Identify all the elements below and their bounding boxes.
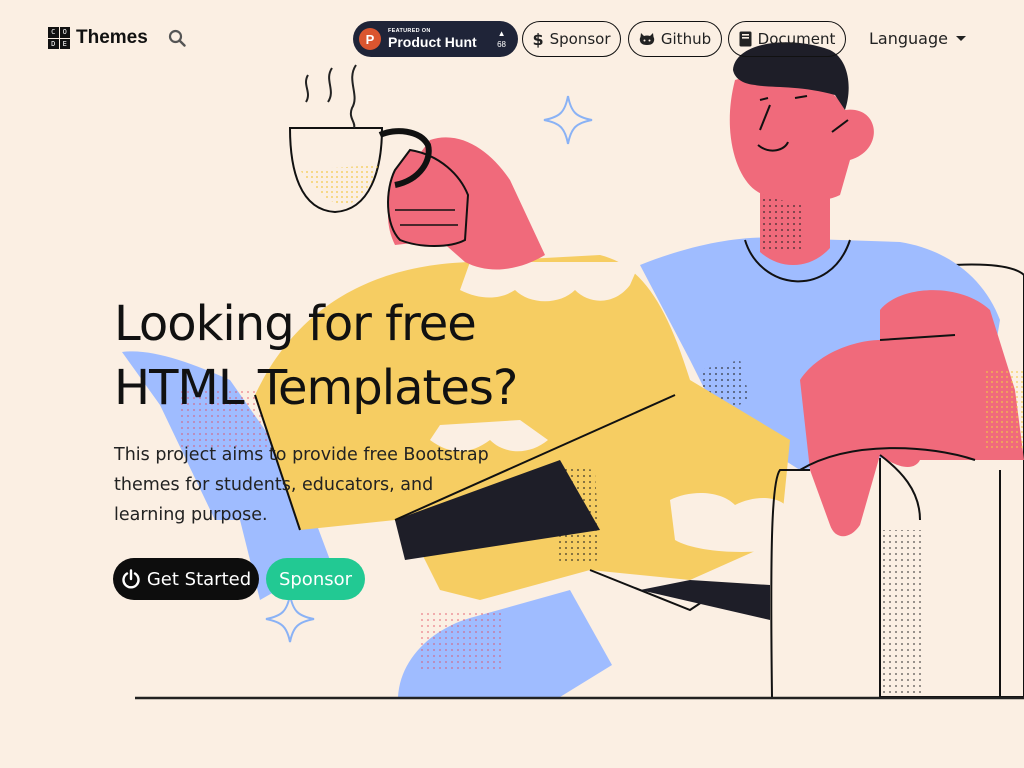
- product-hunt-name: Product Hunt: [388, 34, 477, 51]
- sparkle: [543, 95, 593, 145]
- logo-letter: D: [48, 38, 59, 49]
- sparkle: [265, 594, 315, 643]
- logo-letter: O: [59, 27, 70, 38]
- github-nav-button[interactable]: Github: [628, 21, 722, 57]
- github-nav-label: Github: [660, 30, 712, 48]
- product-hunt-logo-icon: P: [359, 28, 381, 50]
- document-nav-label: Document: [757, 30, 836, 48]
- language-label: Language: [869, 29, 948, 48]
- power-icon: [122, 569, 140, 589]
- sponsor-nav-button[interactable]: $ Sponsor: [522, 21, 621, 57]
- dollar-icon: $: [532, 29, 544, 49]
- hero-title-line-2: HTML Templates?: [114, 360, 518, 416]
- code-logo-icon: C O D E: [48, 27, 70, 49]
- hero-title: Looking for free HTML Templates?: [114, 292, 534, 420]
- sponsor-button[interactable]: Sponsor: [266, 558, 365, 600]
- language-dropdown[interactable]: Language: [869, 29, 966, 48]
- brand-name: Themes: [76, 27, 148, 48]
- vote-count: 68: [497, 40, 506, 49]
- sponsor-nav-label: Sponsor: [549, 30, 611, 48]
- head: [729, 75, 874, 202]
- book-icon: [739, 31, 752, 47]
- document-nav-button[interactable]: Document: [728, 21, 846, 57]
- search-icon[interactable]: [168, 29, 186, 47]
- product-hunt-text: FEATURED ON Product Hunt: [388, 28, 477, 51]
- sponsor-button-label: Sponsor: [278, 568, 353, 590]
- logo-letter: E: [59, 38, 70, 49]
- product-hunt-votes: ▲ 68: [497, 28, 506, 50]
- navbar: C O D E Themes P FEATURED ON Product Hun…: [0, 0, 1024, 78]
- chair-texture: [880, 530, 925, 695]
- hero-title-line-1: Looking for free: [114, 296, 477, 352]
- caret-down-icon: [955, 36, 966, 41]
- product-hunt-badge[interactable]: P FEATURED ON Product Hunt ▲ 68: [353, 21, 518, 57]
- logo-letter: C: [48, 27, 59, 38]
- hero-description: This project aims to provide free Bootst…: [114, 445, 489, 525]
- brand-logo-link[interactable]: C O D E Themes: [48, 27, 148, 49]
- get-started-label: Get Started: [146, 568, 252, 590]
- github-icon: [639, 32, 655, 45]
- get-started-button[interactable]: Get Started: [113, 558, 259, 600]
- upvote-arrow-icon: ▲: [497, 29, 506, 38]
